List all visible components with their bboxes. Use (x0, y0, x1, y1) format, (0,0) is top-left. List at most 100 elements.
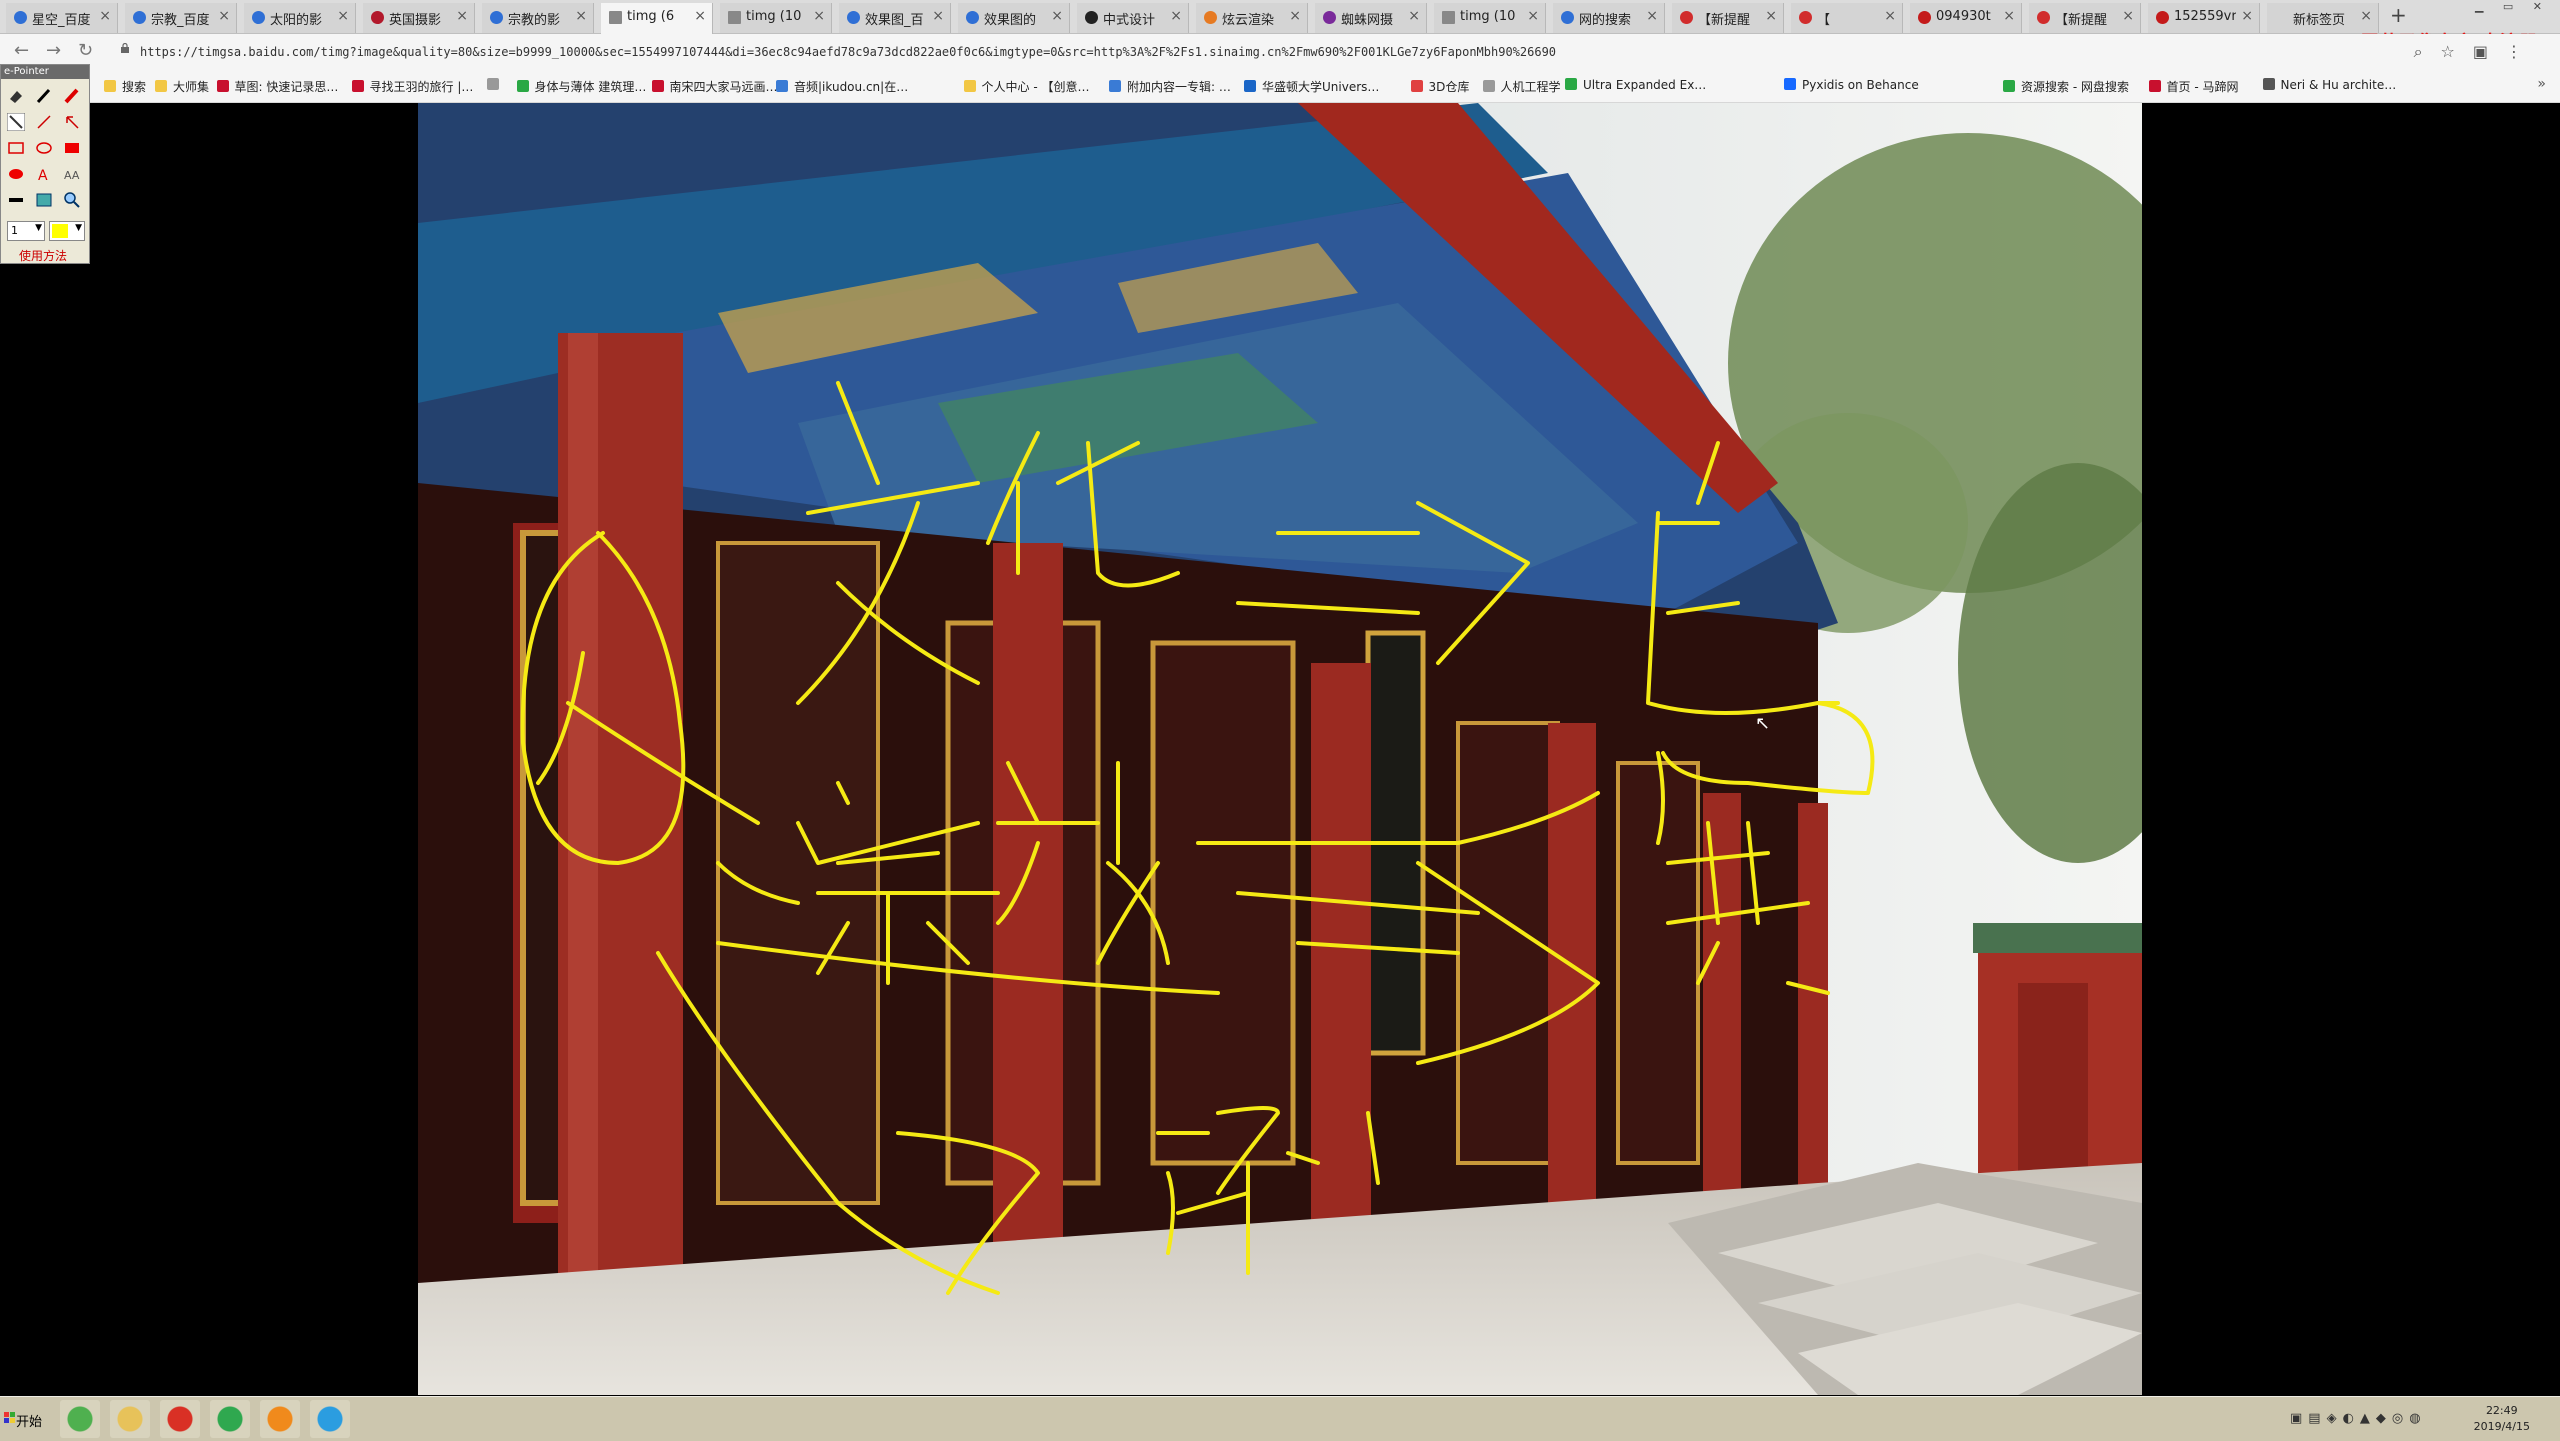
browser-tab[interactable]: 星空_百度 × (6, 3, 118, 33)
pen-icon[interactable] (35, 87, 53, 105)
tray-icons[interactable]: ▣▤◈◐▲◆◎◍ (2290, 1411, 2427, 1426)
browser-tab[interactable]: timg (10 × (720, 3, 832, 33)
bookmark-label: 首页 - 马蹄网 (2166, 80, 2239, 94)
color-swatch (52, 224, 68, 238)
back-icon[interactable]: ← (14, 40, 29, 61)
bookmark-item[interactable]: 寻找王羽的旅行 |… (351, 78, 473, 95)
close-tab-icon[interactable]: × (456, 8, 468, 24)
browser-tab[interactable]: 效果图_百 × (839, 3, 951, 33)
bookmark-item[interactable]: Ultra Expanded Ex… (1565, 78, 1706, 92)
url-field[interactable]: https://timgsa.baidu.com/timg?image&qual… (140, 45, 1556, 59)
bookmark-label: 资源搜索 - 网盘搜索 (2021, 80, 2129, 94)
bookmark-item[interactable]: Neri & Hu archite… (2262, 78, 2396, 92)
arrow-tool-icon[interactable] (63, 113, 81, 131)
browser-tab[interactable]: 蜘蛛网摄 × (1315, 3, 1427, 33)
marker-icon[interactable] (63, 87, 81, 105)
bookmark-item[interactable]: 个人中心 - 【创意… (963, 78, 1089, 95)
bookmark-item[interactable]: 身体与薄体 建筑理… (516, 78, 646, 95)
eraser-icon[interactable] (7, 87, 25, 105)
vlc-icon[interactable] (260, 1400, 300, 1438)
window-controls[interactable]: ▁ ▭ ✕ (2475, 0, 2550, 13)
bookmark-item[interactable]: 3D仓库 (1410, 78, 1469, 95)
browser-tab[interactable]: 网的搜索 × (1553, 3, 1665, 33)
chrome-icon[interactable] (160, 1400, 200, 1438)
browser-tab[interactable]: 【新提醒 × (1672, 3, 1784, 33)
line-tool-icon[interactable] (7, 113, 25, 131)
close-tab-icon[interactable]: × (1884, 8, 1896, 24)
browser-tab[interactable]: 宗教的影 × (482, 3, 594, 33)
browser-tab[interactable]: 宗教_百度 × (125, 3, 237, 33)
browser-tab[interactable]: 094930t × (1910, 3, 2022, 33)
thickness-icon[interactable] (7, 191, 25, 209)
browser-tab[interactable]: 太阳的影 × (244, 3, 356, 33)
browser-tab[interactable]: 炫云渲染 × (1196, 3, 1308, 33)
close-tab-icon[interactable]: × (2122, 8, 2134, 24)
close-tab-icon[interactable]: × (1765, 8, 1777, 24)
help-link[interactable]: 使用方法 (19, 247, 67, 264)
close-tab-icon[interactable]: × (1051, 8, 1063, 24)
color-select[interactable]: ▼ (49, 221, 85, 241)
bookmark-star-icon[interactable]: ☆ (2441, 42, 2473, 61)
bookmark-item[interactable]: 大师集 (155, 78, 209, 95)
filled-rectangle-icon[interactable] (63, 139, 81, 157)
bookmark-item[interactable]: 首页 - 马蹄网 (2148, 78, 2239, 95)
close-tab-icon[interactable]: × (218, 8, 230, 24)
close-tab-icon[interactable]: × (2360, 8, 2372, 24)
360-browser-icon[interactable] (210, 1400, 250, 1438)
bookmark-item[interactable]: 草图: 快速记录思… (216, 78, 338, 95)
start-button[interactable]: 开始 (2, 1403, 50, 1435)
windows-color-icon[interactable] (60, 1400, 100, 1438)
reload-icon[interactable]: ↻ (78, 40, 93, 61)
slash-tool-icon[interactable] (35, 113, 53, 131)
bookmark-item[interactable]: 附加内容一专辑: … (1109, 78, 1231, 95)
font-size-icon[interactable]: AA (63, 165, 81, 183)
close-tab-icon[interactable]: × (813, 8, 825, 24)
bookmark-item[interactable]: 资源搜索 - 网盘搜索 (2003, 78, 2129, 95)
browser-tab[interactable]: 【× (1791, 3, 1903, 33)
bookmark-item[interactable]: 人机工程学 (1482, 78, 1561, 95)
ellipse-tool-icon[interactable] (35, 139, 53, 157)
size-select[interactable]: 1 ▼ (7, 221, 45, 241)
bookmarks-overflow-button[interactable]: » (2537, 76, 2546, 92)
file-explorer-icon[interactable] (110, 1400, 150, 1438)
close-tab-icon[interactable]: × (1527, 8, 1539, 24)
close-tab-icon[interactable]: × (575, 8, 587, 24)
forward-icon[interactable]: → (46, 40, 61, 61)
filled-ellipse-icon[interactable] (7, 165, 25, 183)
zoom-icon[interactable]: ⌕ (2414, 42, 2441, 61)
close-tab-icon[interactable]: × (694, 8, 706, 24)
media-player-icon[interactable] (310, 1400, 350, 1438)
magnifier-icon[interactable] (63, 191, 81, 209)
close-tab-icon[interactable]: × (1170, 8, 1182, 24)
close-tab-icon[interactable]: × (1646, 8, 1658, 24)
bookmark-icon (963, 80, 976, 92)
bookmark-item[interactable]: 音频|ikudou.cn|在… (776, 78, 908, 95)
close-tab-icon[interactable]: × (99, 8, 111, 24)
browser-tab[interactable]: 【新提醒 × (2029, 3, 2141, 33)
browser-tab[interactable]: 效果图的 × (958, 3, 1070, 33)
new-tab-button[interactable]: + (2390, 3, 2407, 27)
browser-tab[interactable]: timg (6 × (601, 3, 713, 34)
bookmark-item[interactable] (486, 78, 505, 92)
address-bar-actions[interactable]: ⌕☆▣⋮ (2414, 42, 2540, 62)
close-tab-icon[interactable]: × (2241, 8, 2253, 24)
browser-tab[interactable]: 英国摄影 × (363, 3, 475, 33)
browser-tab[interactable]: 152559vr × (2148, 3, 2260, 33)
browser-tab[interactable]: 中式设计 × (1077, 3, 1189, 33)
bookmark-item[interactable]: Pyxidis on Behance (1784, 78, 1919, 92)
extension-icon[interactable]: ▣ (2473, 42, 2506, 61)
screenshot-icon[interactable] (35, 191, 53, 209)
close-tab-icon[interactable]: × (337, 8, 349, 24)
close-tab-icon[interactable]: × (1408, 8, 1420, 24)
browser-tab[interactable]: timg (10 × (1434, 3, 1546, 33)
clock[interactable]: 22:49 2019/4/15 (2474, 1403, 2530, 1435)
rectangle-tool-icon[interactable] (7, 139, 25, 157)
bookmark-item[interactable]: 南宋四大家马远画… (651, 78, 778, 95)
bookmark-item[interactable]: 华盛顿大学Univers… (1244, 78, 1379, 95)
menu-icon[interactable]: ⋮ (2506, 42, 2540, 61)
close-tab-icon[interactable]: × (2003, 8, 2015, 24)
bookmark-item[interactable]: 搜索 (104, 78, 146, 95)
close-tab-icon[interactable]: × (932, 8, 944, 24)
text-tool-icon[interactable]: A (35, 165, 53, 183)
close-tab-icon[interactable]: × (1289, 8, 1301, 24)
